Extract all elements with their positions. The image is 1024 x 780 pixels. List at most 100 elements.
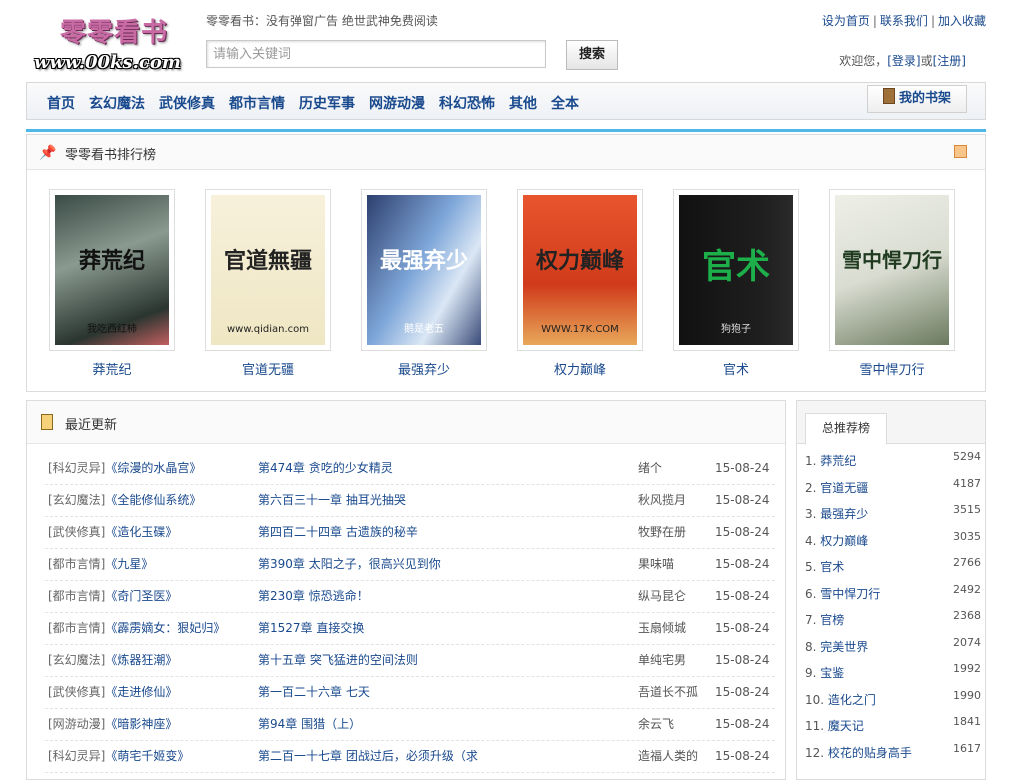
register-link[interactable]: [注册] [933, 54, 966, 68]
update-date: 15-08-24 [715, 461, 770, 475]
update-chapter-link[interactable]: 第六百三十一章 抽耳光抽哭 [258, 485, 406, 515]
update-book-link[interactable]: 《霹雳嫡女：狠妃归》 [105, 621, 225, 635]
book-name[interactable]: 雪中悍刀行 [829, 359, 955, 378]
ranking-book[interactable]: 最强弃少 鹅是老五 最强弃少 [361, 189, 487, 378]
recommend-book-link[interactable]: 权力巅峰 [820, 534, 868, 548]
recommend-book-link[interactable]: 官术 [820, 560, 844, 574]
recommend-rank: 10. [805, 692, 825, 707]
recommend-rank: 12. [805, 745, 825, 760]
recommend-count: 5294 [953, 450, 981, 463]
book-name[interactable]: 官道无疆 [205, 359, 331, 378]
update-date: 15-08-24 [715, 685, 770, 699]
recommend-book-link[interactable]: 宝鉴 [820, 666, 844, 680]
update-book-link[interactable]: 《奇门圣医》 [105, 589, 177, 603]
update-book-link[interactable]: 《炼器狂潮》 [105, 653, 177, 667]
update-chapter-link[interactable]: 第二百一十七章 团战过后，必须升级（求 [258, 741, 478, 771]
nav-kehuan[interactable]: 科幻恐怖 [439, 93, 495, 113]
nav-wuxia[interactable]: 武侠修真 [159, 93, 215, 113]
clipboard-icon [41, 414, 53, 430]
top-links: 设为首页 | 联系我们 | 加入收藏 [821, 14, 986, 28]
pin-icon: 📌 [39, 145, 57, 161]
book-cover[interactable]: 官术 狗狍子 [679, 195, 793, 345]
more-icon[interactable] [954, 145, 967, 158]
update-book-link[interactable]: 《萌宅千姬变》 [105, 749, 189, 763]
recommend-item[interactable]: 12. 校花的贴身高手 1617 [805, 742, 981, 770]
ranking-book[interactable]: 权力巅峰 WWW.17K.COM 权力巅峰 [517, 189, 643, 378]
ranking-book[interactable]: 官道無疆 www.qidian.com 官道无疆 [205, 189, 331, 378]
ranking-header: 📌 零零看书排行榜 [27, 135, 985, 170]
ranking-book[interactable]: 雪中悍刀行 雪中悍刀行 [829, 189, 955, 378]
search-input[interactable]: 请输入关键词 [206, 40, 546, 68]
nav-wangyou[interactable]: 网游动漫 [369, 93, 425, 113]
recommend-book-link[interactable]: 官道无疆 [820, 481, 868, 495]
recommend-count: 2492 [953, 582, 981, 596]
nav-xuanhuan[interactable]: 玄幻魔法 [89, 93, 145, 113]
recommend-rank: 11. [805, 719, 825, 733]
book-name[interactable]: 权力巅峰 [517, 359, 643, 378]
nav-dushi[interactable]: 都市言情 [229, 93, 285, 113]
recommend-count: 1841 [953, 715, 981, 728]
recommend-book-link[interactable]: 魔天记 [828, 719, 864, 733]
login-link[interactable]: [登录] [887, 54, 920, 68]
update-chapter-link[interactable]: 第474章 贪吃的少女精灵 [258, 453, 393, 483]
update-date: 15-08-24 [715, 653, 770, 667]
recommend-rank: 5. [805, 560, 817, 574]
update-author: 单纯宅男 [638, 653, 687, 667]
update-chapter-link[interactable]: 第四百二十四章 古遗族的秘辛 [258, 517, 418, 547]
book-cover[interactable]: 官道無疆 www.qidian.com [211, 195, 325, 345]
update-book-link[interactable]: 《全能修仙系统》 [105, 493, 201, 507]
update-row: [武侠修真]《走进修仙》 第一百二十六章 七天 吾道长不孤 15-08-24 [45, 677, 775, 709]
update-row: [网游动漫]《暗影神座》 第94章 围猎（上） 余云飞 15-08-24 [45, 709, 775, 741]
update-category: [玄幻魔法]《炼器狂潮》 [48, 653, 178, 667]
recommend-book-link[interactable]: 校花的贴身高手 [828, 746, 912, 760]
recommend-count: 1617 [953, 741, 981, 755]
update-chapter-link[interactable]: 第94章 围猎（上） [258, 709, 361, 739]
ranking-book[interactable]: 官术 狗狍子 官术 [673, 189, 799, 378]
recommend-book-link[interactable]: 雪中悍刀行 [820, 587, 880, 601]
book-cover[interactable]: 雪中悍刀行 [835, 195, 949, 345]
or-text: 或 [920, 54, 933, 68]
update-author: 秋风揽月 [638, 493, 687, 507]
tab-total-recommend[interactable]: 总推荐榜 [805, 413, 887, 445]
recommend-book-link[interactable]: 造化之门 [828, 693, 876, 707]
recommend-book-link[interactable]: 莽荒纪 [820, 454, 856, 468]
book-cover[interactable]: 权力巅峰 WWW.17K.COM [523, 195, 637, 345]
recommend-book-link[interactable]: 最强弃少 [820, 507, 868, 521]
recommend-book-link[interactable]: 完美世界 [820, 640, 868, 654]
logo-text-cn: 零零看书 [60, 18, 169, 48]
update-book-link[interactable]: 《综漫的水晶宫》 [105, 461, 201, 475]
book-cover[interactable]: 莽荒纪 我吃西红柿 [55, 195, 169, 345]
update-author: 玉扇倾城 [638, 621, 687, 635]
book-cover[interactable]: 最强弃少 鹅是老五 [367, 195, 481, 345]
recommend-book-link[interactable]: 官榜 [820, 613, 844, 627]
recommend-rank: 1. [805, 454, 817, 468]
nav-completed[interactable]: 全本 [551, 93, 579, 113]
book-name[interactable]: 最强弃少 [361, 359, 487, 378]
site-logo[interactable]: 零零看书 www.00ks.com [30, 12, 200, 78]
update-book-link[interactable]: 《造化玉碟》 [105, 525, 177, 539]
nav-home[interactable]: 首页 [47, 93, 75, 113]
set-homepage-link[interactable]: 设为首页 [822, 14, 870, 28]
ranking-book[interactable]: 莽荒纪 我吃西红柿 莽荒纪 [49, 189, 175, 378]
update-chapter-link[interactable]: 第390章 太阳之子，很高兴见到你 [258, 549, 441, 579]
nav-lishi[interactable]: 历史军事 [299, 93, 355, 113]
nav-other[interactable]: 其他 [509, 93, 537, 113]
book-name[interactable]: 莽荒纪 [49, 359, 175, 378]
update-book-link[interactable]: 《走进修仙》 [105, 685, 177, 699]
contact-us-link[interactable]: 联系我们 [880, 14, 928, 28]
bookshelf-icon [882, 88, 895, 104]
update-book-link[interactable]: 《九星》 [105, 557, 153, 571]
book-name[interactable]: 官术 [673, 359, 799, 378]
add-favorite-link[interactable]: 加入收藏 [938, 14, 986, 28]
update-chapter-link[interactable]: 第十五章 突飞猛进的空间法则 [258, 645, 418, 675]
recommend-count: 4187 [953, 476, 981, 490]
update-chapter-link[interactable]: 第1527章 直接交换 [258, 613, 364, 643]
my-bookshelf-button[interactable]: 我的书架 [867, 85, 967, 113]
update-chapter-link[interactable]: 第230章 惊恐逃命！ [258, 581, 369, 611]
update-author: 造福人类的 [638, 749, 699, 763]
update-book-link[interactable]: 《暗影神座》 [105, 717, 177, 731]
update-category: [网游动漫]《暗影神座》 [48, 717, 178, 731]
search-button[interactable]: 搜索 [566, 40, 618, 70]
update-chapter-link[interactable]: 第一百二十六章 七天 [258, 677, 370, 707]
update-date: 15-08-24 [715, 749, 770, 763]
